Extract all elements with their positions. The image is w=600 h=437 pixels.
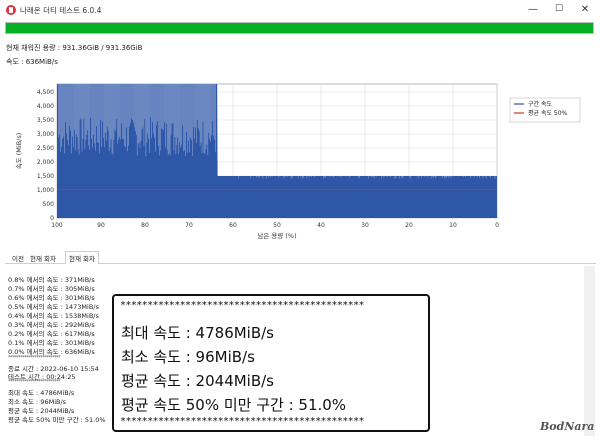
progress-fill [6,23,593,33]
y-tick-label: 2,500 [37,145,54,152]
x-tick-label: 50 [273,222,281,229]
overlay-max-speed: 최대 속도 : 4786MiB/s [121,324,275,342]
y-axis-label: 속도 (MiB/s) [15,133,23,170]
x-axis-label: 남은 용량 (%) [257,231,296,240]
legend-label: 평균 속도 50% [528,109,568,117]
tab-current-inactive[interactable]: 현재 회차 [27,252,59,264]
x-tick-label: 70 [185,222,193,229]
x-tick-label: 0 [495,222,499,229]
log-summary-below-half: 평균 속도 50% 미만 구간 : 51.0% [8,416,106,424]
speed-chart-panel: 0 500 1,000 1,500 2,000 2,500 3,000 3,500 4,000 4… [5,74,596,246]
y-tick-label: 2,000 [37,159,54,166]
tab-current-label: 현재 회차 [69,255,95,263]
y-tick-label: 3,000 [37,131,54,138]
tab-previous-label: 이전 [12,255,24,263]
y-tick-label: 3,500 [37,117,54,124]
window-title: 나래온 더티 테스트 6.0.4 [20,6,102,15]
speed-chart: 05001,0001,5002,0002,5003,0003,5004,0004… [15,83,581,240]
close-button[interactable]: ✕ [572,2,598,17]
y-tick-label: 0 [50,215,54,222]
x-tick-label: 100 [51,222,63,229]
x-tick-label: 90 [97,222,105,229]
overlay-below-half: 평균 속도 50% 미만 구간 : 51.0% [121,396,347,414]
x-tick-label: 40 [317,222,325,229]
title-bar: 나래온 더티 테스트 6.0.4 — ☐ ✕ [0,0,600,20]
y-tick-label: 4,000 [37,103,54,110]
fill-progress-bar [5,22,594,34]
tab-current[interactable]: 현재 회차 [65,251,99,264]
summary-zoom-overlay: ****************************************… [112,294,430,432]
x-tick-label: 30 [361,222,369,229]
maximize-button[interactable]: ☐ [546,2,572,17]
overlay-avg-speed: 평균 속도 : 2044MiB/s [121,372,275,390]
overlay-stars-top: ****************************************… [120,300,365,311]
legend-label: 구간 속도 [528,100,552,108]
x-tick-label: 10 [449,222,457,229]
speed-status: 속도 : 636MiB/s [6,58,58,66]
y-tick-label: 1,000 [37,187,54,194]
watermark: BodNara [540,420,595,433]
y-tick-label: 500 [43,201,55,208]
x-tick-label: 20 [405,222,413,229]
overlay-min-speed: 최소 속도 : 96MiB/s [121,348,255,366]
tab-current-inactive-label: 현재 회차 [30,255,56,263]
capacity-status: 현재 채워진 용량 : 931.36GiB / 931.36GiB [6,44,143,52]
y-tick-label: 4,500 [37,89,54,96]
app-icon [6,5,16,15]
log-separator: ************************** [8,355,61,361]
log-scrollbar[interactable] [584,266,595,436]
tab-previous[interactable]: 이전 [9,252,27,264]
log-tabs: 이전 현재 회차 현재 회차 [5,250,596,264]
overlay-stars-bottom: ****************************************… [120,416,365,427]
x-tick-label: 80 [141,222,149,229]
log-separator: ************************** [8,379,61,385]
x-tick-label: 60 [229,222,237,229]
minimize-button[interactable]: — [520,2,546,17]
y-tick-label: 1,500 [37,173,54,180]
